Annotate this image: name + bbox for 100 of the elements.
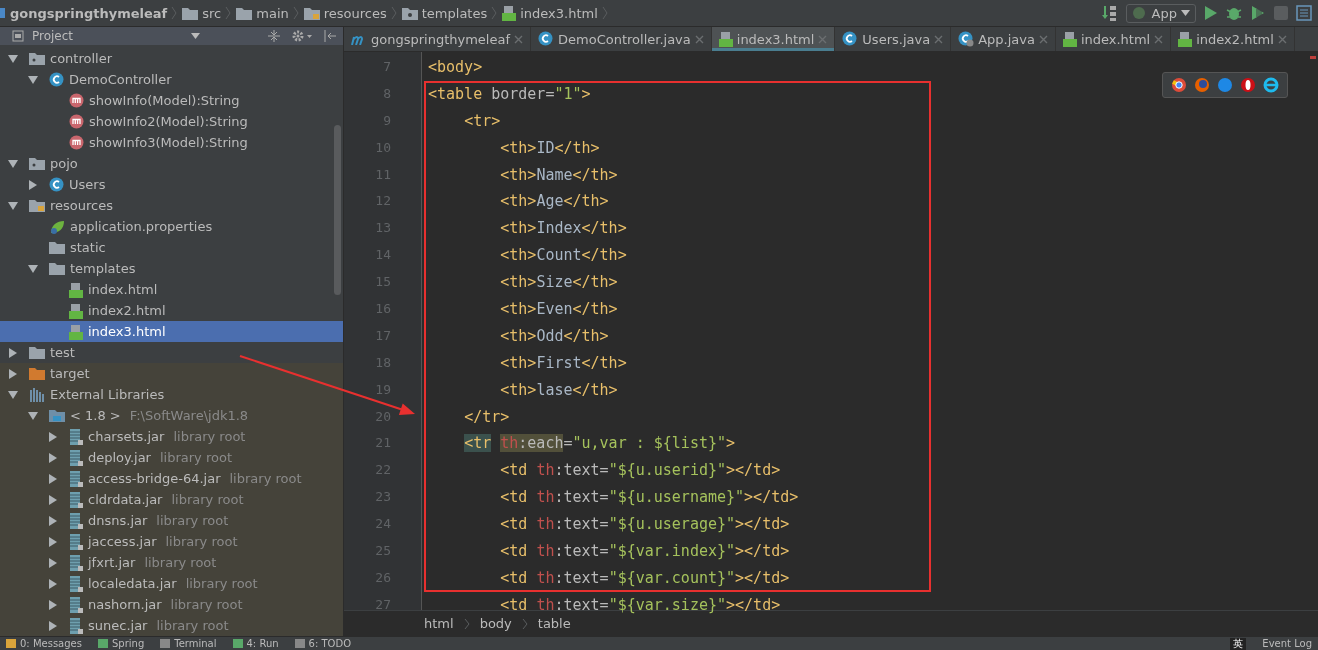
input-method-indicator[interactable]: 英 [1230,637,1247,650]
tree-item[interactable]: controller [0,48,343,69]
project-view-dropdown[interactable]: Project [6,29,206,43]
tree-item[interactable]: access-bridge-64.jar library root [0,468,343,489]
tree-item-label: DemoController [69,72,172,87]
collapsed-arrow-icon[interactable] [48,599,58,610]
settings-icon[interactable] [291,29,313,43]
tree-item[interactable]: deploy.jar library root [0,447,343,468]
collapsed-arrow-icon[interactable] [48,578,58,589]
tree-item[interactable]: target [0,363,343,384]
class-icon [49,72,64,87]
breadcrumb-link[interactable]: resources [323,5,387,21]
editor-tab[interactable]: index3.html [711,27,836,51]
tree-item-label: < 1.8 > [70,408,121,423]
editor-tab[interactable]: Users.java [835,27,952,51]
editor-tab[interactable]: App.java [951,27,1056,51]
breadcrumb-link[interactable]: index3.html [520,5,598,21]
tool-window-button[interactable]: 4: Run [232,637,279,650]
expanded-arrow-icon[interactable] [8,200,18,211]
tree-item-label: application.properties [70,219,213,234]
browser-icon[interactable] [1171,77,1187,93]
collapsed-arrow-icon[interactable] [28,179,38,190]
build-icon[interactable] [1101,4,1118,22]
tree-item[interactable]: showInfo(Model):String [0,90,343,111]
breadcrumb-link[interactable]: table [537,616,571,631]
tree-item-detail: library root [170,597,243,612]
tree-item[interactable]: resources [0,195,343,216]
tool-window-button[interactable]: 6: TODO [294,637,352,650]
module-icon [0,6,6,20]
chevron-icon [463,617,470,630]
editor-tab[interactable]: gongspringthymeleaf [344,27,531,51]
html-file-icon [502,5,517,21]
expanded-arrow-icon[interactable] [28,410,38,421]
tree-item[interactable]: index.html [0,279,343,300]
code-line: <th>Odd</th> [499,325,609,347]
collapsed-arrow-icon[interactable] [48,452,58,463]
tool-window-icon [160,639,171,648]
tree-item[interactable]: templates [0,258,343,279]
tree-item[interactable]: application.properties [0,216,343,237]
tree-item[interactable]: DemoController [0,69,343,90]
tree-item[interactable]: External Libraries [0,384,343,405]
coverage-icon[interactable] [1250,5,1266,21]
breadcrumb-link[interactable]: templates [421,5,488,21]
tree-item[interactable]: jfxrt.jar library root [0,552,343,573]
breadcrumb-link[interactable]: body [479,616,512,631]
tool-window-button[interactable]: Terminal [160,637,217,650]
tree-item[interactable]: jaccess.jar library root [0,531,343,552]
tree-item[interactable]: index3.html [0,321,343,342]
tree-item[interactable]: showInfo2(Model):String [0,111,343,132]
collapsed-arrow-icon[interactable] [48,515,58,526]
collapsed-arrow-icon[interactable] [8,347,18,358]
editor-tab[interactable]: index2.html [1171,27,1295,51]
tool-window-button[interactable]: 0: Messages [6,637,82,650]
expanded-arrow-icon[interactable] [8,389,18,400]
expanded-arrow-icon[interactable] [8,158,18,169]
tree-item[interactable]: nashorn.jar library root [0,594,343,615]
tree-item[interactable]: pojo [0,153,343,174]
run-configuration-dropdown[interactable]: App [1125,3,1196,23]
collapsed-arrow-icon[interactable] [48,620,58,631]
tool-window-button[interactable]: Spring [97,637,145,650]
collapsed-arrow-icon[interactable] [48,494,58,505]
tree-item[interactable]: index2.html [0,300,343,321]
project-structure-icon[interactable] [1296,5,1312,21]
tree-item-label: index3.html [88,324,166,339]
expanded-arrow-icon[interactable] [28,74,38,85]
debug-icon[interactable] [1226,5,1242,21]
tree-item[interactable]: Users [0,174,343,195]
folder-icon [236,6,253,20]
editor-tab[interactable]: index.html [1055,27,1172,51]
tree-item-label: test [50,345,75,360]
collapsed-arrow-icon[interactable] [8,368,18,379]
tree-item[interactable]: static [0,237,343,258]
breadcrumb-link[interactable]: main [256,5,289,21]
tree-item[interactable]: test [0,342,343,363]
breadcrumb-link[interactable]: src [202,5,222,21]
hide-panel-icon[interactable] [323,29,337,43]
collapsed-arrow-icon[interactable] [48,473,58,484]
tree-item-label: Users [69,177,106,192]
tree-item[interactable]: dnsns.jar library root [0,510,343,531]
tree-item[interactable]: charsets.jar library root [0,426,343,447]
tree-item[interactable]: showInfo3(Model):String [0,132,343,153]
event-log-button[interactable]: Event Log [1262,637,1312,650]
collapsed-arrow-icon[interactable] [48,536,58,547]
scrollbar[interactable] [334,125,341,295]
run-icon[interactable] [1204,5,1218,21]
browser-icon[interactable] [1240,77,1256,93]
collapse-all-icon[interactable] [267,29,281,43]
breadcrumb-link[interactable]: gongspringthymeleaf [10,5,168,21]
tree-item[interactable]: < 1.8 > F:\SoftWare\jdk1.8 [0,405,343,426]
tree-item[interactable]: cldrdata.jar library root [0,489,343,510]
expanded-arrow-icon[interactable] [28,263,38,274]
breadcrumb-link[interactable]: html [424,616,454,631]
tree-item[interactable]: sunec.jar library root [0,615,343,636]
jar-icon [69,428,83,445]
collapsed-arrow-icon[interactable] [48,557,58,568]
collapsed-arrow-icon[interactable] [48,431,58,442]
browser-icon[interactable] [1263,77,1279,93]
editor-tab[interactable]: DemoController.java [531,27,712,51]
expanded-arrow-icon[interactable] [8,53,18,64]
tree-item[interactable]: localedata.jar library root [0,573,343,594]
